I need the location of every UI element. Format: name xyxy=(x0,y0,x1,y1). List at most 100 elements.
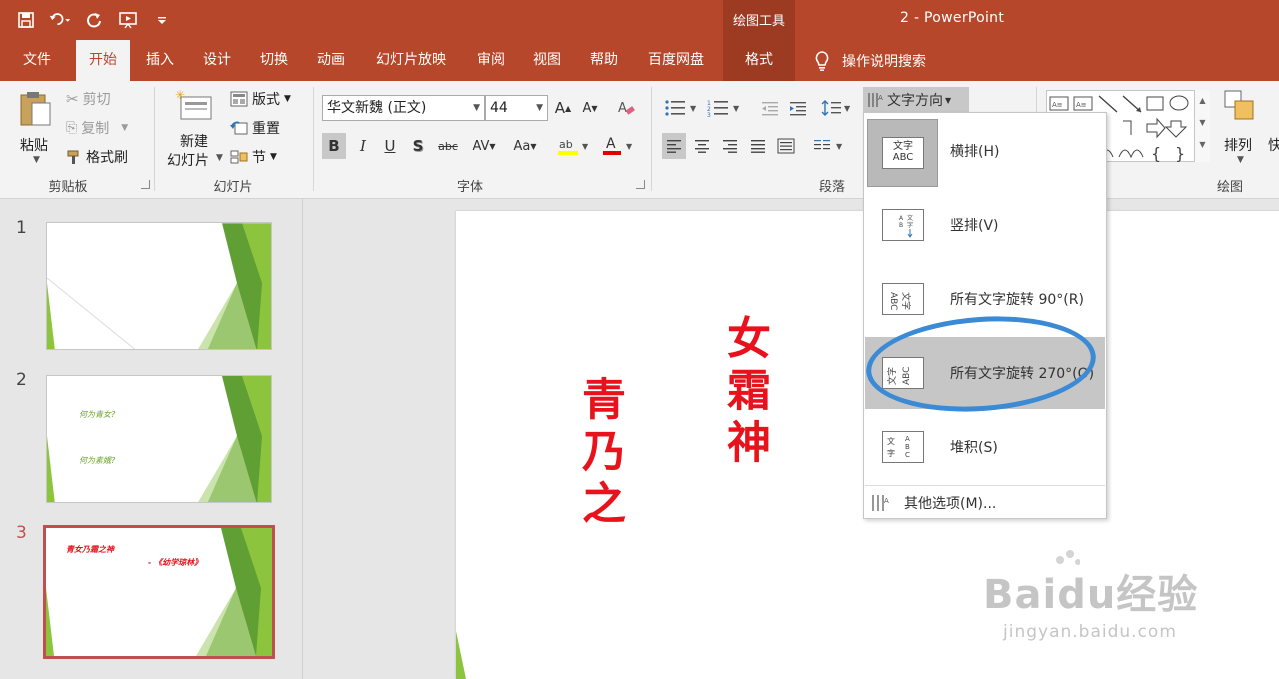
paw-icon xyxy=(1000,542,1081,586)
grow-font-icon[interactable]: A ▲ xyxy=(551,95,575,121)
font-launcher-icon[interactable] xyxy=(636,180,645,189)
distributed-icon[interactable] xyxy=(774,133,798,159)
tab-slideshow[interactable]: 幻灯片放映 xyxy=(365,40,457,81)
layout-button[interactable]: 版式 ▼ xyxy=(230,89,291,109)
new-slide-button[interactable]: ✳ 新建 幻灯片 ▼ xyxy=(165,87,225,173)
slide-thumbnail-selected[interactable]: 青女乃霜之神 - 《幼学琼林》 xyxy=(43,525,275,659)
bullets-icon[interactable]: ▼ xyxy=(662,95,702,121)
reset-button[interactable]: 重置 xyxy=(230,118,280,138)
slide-thumbnail[interactable]: 何为青女? 何为素娥? xyxy=(46,375,272,503)
underline-icon[interactable]: U xyxy=(378,133,402,159)
text-direction-dropdown-icon: ▼ xyxy=(945,95,952,105)
svg-text:文: 文 xyxy=(887,436,895,446)
menu-item-vertical[interactable]: 文字AB 竖排(V) xyxy=(865,189,1105,261)
format-painter-button[interactable]: 格式刷 xyxy=(66,147,128,167)
svg-text:A≡: A≡ xyxy=(1052,101,1063,109)
character-spacing-icon[interactable]: AV ▼ xyxy=(467,133,501,159)
font-size-combo[interactable]: 44 ▼ xyxy=(485,95,548,121)
text-direction-icon: A xyxy=(872,495,889,511)
document-title: 2 - PowerPoint xyxy=(900,10,1005,26)
bold-icon[interactable]: B xyxy=(322,133,346,159)
redo-icon[interactable] xyxy=(82,8,106,32)
tab-review[interactable]: 审阅 xyxy=(465,40,517,81)
tab-animations[interactable]: 动画 xyxy=(305,40,357,81)
tab-design[interactable]: 设计 xyxy=(191,40,243,81)
format-painter-label: 格式刷 xyxy=(86,150,128,166)
font-color-icon[interactable]: A ▼ xyxy=(600,133,636,159)
contextual-group-label: 绘图工具 xyxy=(732,14,785,29)
text-shadow-icon[interactable]: S xyxy=(406,133,430,159)
paste-button[interactable]: 粘贴 ▼ xyxy=(14,87,58,173)
quick-styles-button[interactable]: 快 xyxy=(1268,135,1279,155)
watermark-url: jingyan.baidu.com xyxy=(1003,622,1177,642)
more-options-item[interactable]: A 其他选项(M)... xyxy=(870,491,996,515)
svg-text:▼: ▼ xyxy=(690,104,697,113)
svg-text:文: 文 xyxy=(907,214,913,222)
decrease-indent-icon[interactable] xyxy=(758,95,782,121)
tab-transitions[interactable]: 切换 xyxy=(248,40,300,81)
clipboard-launcher-icon[interactable] xyxy=(141,180,150,189)
tab-view[interactable]: 视图 xyxy=(521,40,573,81)
present-icon[interactable] xyxy=(116,8,140,32)
thumbnail-text-line: 何为素娥? xyxy=(79,456,116,465)
save-icon[interactable] xyxy=(14,8,38,32)
align-left-icon[interactable] xyxy=(662,133,686,159)
tab-help[interactable]: 帮助 xyxy=(578,40,630,81)
tab-home[interactable]: 开始 xyxy=(76,40,130,81)
more-options-label: 其他选项(M)... xyxy=(904,496,997,512)
scissors-icon: ✂ xyxy=(66,90,79,108)
change-case-icon[interactable]: Aa ▼ xyxy=(508,133,542,159)
shapes-gallery-scroll[interactable]: ▲ ▼ ▼ xyxy=(1194,90,1210,162)
svg-text:A: A xyxy=(606,136,616,152)
tab-insert[interactable]: 插入 xyxy=(134,40,186,81)
tab-baidu-netdisk[interactable]: 百度网盘 xyxy=(638,40,714,81)
highlight-color-icon[interactable]: ab ▼ xyxy=(556,133,592,159)
copy-label: 复制 xyxy=(81,121,110,137)
svg-text:ABC: ABC xyxy=(888,292,898,310)
menu-item-stacked[interactable]: 文字 ABC 堆积(S) xyxy=(865,411,1105,483)
align-right-icon[interactable] xyxy=(718,133,742,159)
svg-text:3: 3 xyxy=(707,112,711,117)
slide-text-column[interactable]: 青乃之 xyxy=(574,376,625,532)
increase-indent-icon[interactable] xyxy=(786,95,810,121)
clear-formatting-icon[interactable]: A xyxy=(614,95,638,121)
svg-text:✳: ✳ xyxy=(175,89,185,102)
section-icon xyxy=(230,150,248,164)
slide-thumbnail[interactable] xyxy=(46,222,272,350)
columns-icon[interactable]: ▼ xyxy=(810,133,850,159)
font-group-label: 字体 xyxy=(456,180,483,195)
line-spacing-icon[interactable]: ▼ xyxy=(820,95,854,121)
slide-text-column[interactable]: 女霜神 xyxy=(719,315,770,471)
section-label: 节 xyxy=(252,150,266,166)
shrink-font-icon[interactable]: A ▼ xyxy=(578,95,602,121)
copy-button[interactable]: ⎘ 复制 ▼ xyxy=(66,118,128,138)
align-center-icon[interactable] xyxy=(690,133,714,159)
paste-icon xyxy=(20,92,51,126)
paste-label: 粘贴 xyxy=(20,138,48,154)
svg-text:字: 字 xyxy=(907,221,913,229)
quick-styles-label: 快 xyxy=(1268,138,1279,154)
format-painter-icon xyxy=(67,150,79,164)
customize-icon[interactable] xyxy=(150,8,174,32)
svg-text:文字: 文字 xyxy=(900,292,912,310)
paste-dropdown-icon: ▼ xyxy=(33,155,40,165)
font-name-dropdown-icon: ▼ xyxy=(473,103,480,113)
strikethrough-icon[interactable]: abc xyxy=(436,133,460,159)
italic-icon[interactable]: I xyxy=(351,133,375,159)
svg-text:A: A xyxy=(905,435,910,443)
menu-item-horizontal[interactable]: 文字 ABC 横排(H) xyxy=(865,115,1105,187)
numbering-icon[interactable]: 1 2 3 ▼ xyxy=(705,95,745,121)
tab-file[interactable]: 文件 xyxy=(10,40,64,81)
text-direction-button[interactable]: A 文字方向 ▼ xyxy=(863,87,969,113)
slide-number: 2 xyxy=(16,370,27,390)
arrange-button[interactable]: 排列 ▼ xyxy=(1220,87,1264,173)
font-name-combo[interactable]: 华文新魏 (正文) ▼ xyxy=(322,95,485,121)
cut-button[interactable]: ✂ 剪切 xyxy=(66,89,111,109)
tab-format[interactable]: 格式 xyxy=(723,40,795,81)
tell-me-search[interactable]: 操作说明搜索 xyxy=(812,40,926,81)
section-button[interactable]: 节 ▼ xyxy=(230,147,277,167)
svg-text:ab: ab xyxy=(559,138,573,151)
justify-icon[interactable] xyxy=(746,133,770,159)
undo-icon[interactable] xyxy=(48,8,72,32)
new-slide-label-line1: 新建 xyxy=(180,134,208,150)
